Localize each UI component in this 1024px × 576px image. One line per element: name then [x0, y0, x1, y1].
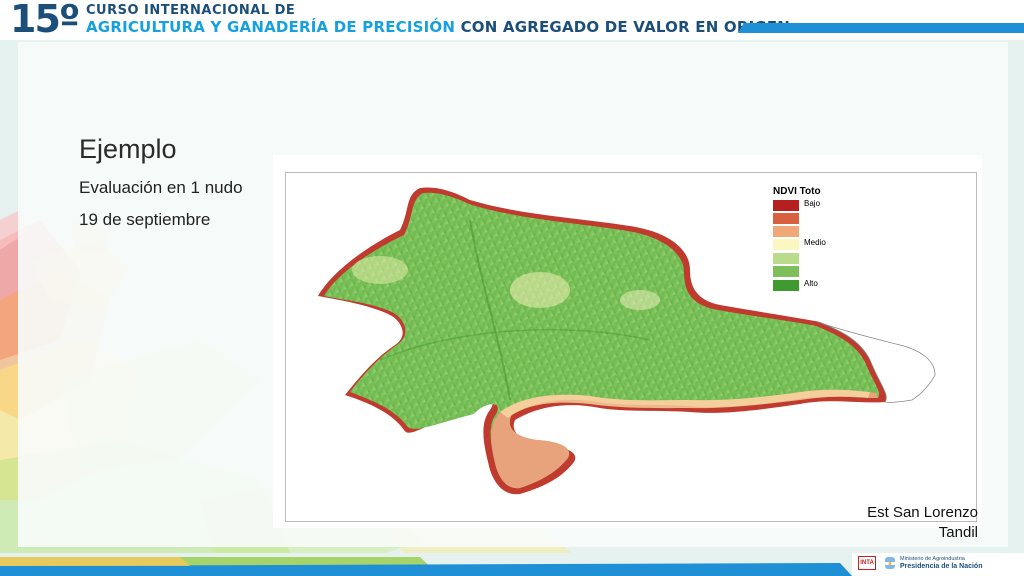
station-name: Est San Lorenzo — [867, 504, 978, 521]
legend-label: Medio — [804, 238, 826, 247]
legend-item — [773, 226, 853, 238]
legend-item: Medio — [773, 238, 853, 251]
legend-swatch — [773, 266, 799, 277]
station-location: Tandil — [938, 524, 978, 541]
footer-logos: INTA Ministerio de Agroindustria Preside… — [852, 553, 1024, 576]
station-label: Est San Lorenzo Tandil — [867, 503, 978, 543]
legend-label: Alto — [804, 279, 818, 288]
legend-title: NDVI Toto — [773, 186, 821, 197]
inta-logo: INTA — [858, 556, 876, 570]
field-patch-medium — [620, 290, 660, 310]
legend-item — [773, 213, 853, 225]
legend-swatch — [773, 253, 799, 264]
field-patch-medium — [510, 272, 570, 308]
legend-item: Bajo — [773, 199, 853, 212]
argentina-emblem-icon — [885, 557, 895, 569]
legend-swatch — [773, 239, 799, 250]
ndvi-field-map — [318, 187, 936, 495]
ministry-label: Ministerio de Agroindustria — [900, 556, 965, 562]
legend-label: Bajo — [804, 199, 821, 208]
legend-item — [773, 253, 853, 265]
legend-item — [773, 266, 853, 278]
ndvi-legend: NDVI Toto Bajo Medio Alto — [773, 186, 826, 291]
presidencia-label: Presidencia de la Nación — [900, 563, 983, 570]
legend-item: Alto — [773, 279, 853, 292]
legend-swatch — [773, 200, 799, 211]
legend-swatch — [773, 213, 799, 224]
legend-swatch — [773, 226, 799, 237]
field-patch-medium — [352, 256, 408, 284]
legend-swatch — [773, 280, 799, 291]
